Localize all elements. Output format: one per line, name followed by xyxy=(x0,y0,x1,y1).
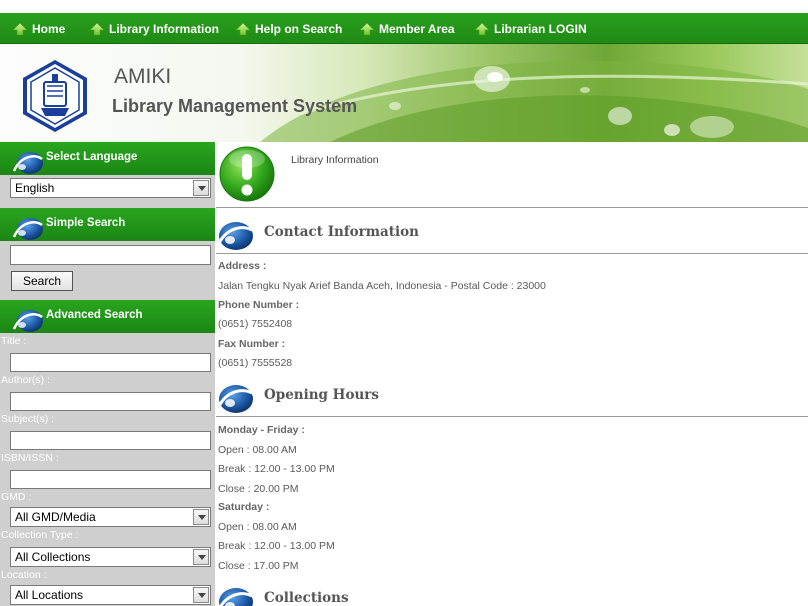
title-label: Title : xyxy=(1,335,27,347)
page-header: Library Information xyxy=(216,142,808,208)
isbn-label: ISBN/ISSN : xyxy=(1,452,59,464)
chevron-down-icon[interactable] xyxy=(193,509,209,525)
nav-home[interactable]: Home xyxy=(12,13,65,44)
nav-librarian-login-label: Librarian LOGIN xyxy=(494,21,587,36)
nav-home-label: Home xyxy=(32,21,66,36)
address-value: Jalan Tengku Nyak Arief Banda Aceh, Indo… xyxy=(218,280,546,292)
fax-label: Fax Number : xyxy=(218,338,286,350)
search-button[interactable]: Search xyxy=(11,271,73,291)
collection-type-label: Collection Type : xyxy=(1,529,79,541)
swirl-icon xyxy=(12,310,43,332)
saturday-close: Close : 17.00 PM xyxy=(218,560,299,572)
isbn-input[interactable] xyxy=(10,470,211,489)
main-content: Library Information Contact Information … xyxy=(216,142,808,606)
arrow-up-icon xyxy=(359,22,375,35)
saturday-label: Saturday : xyxy=(218,501,270,513)
fax-value: (0651) 7555528 xyxy=(218,357,293,369)
site-title: AMIKI xyxy=(114,65,172,88)
chevron-down-icon[interactable] xyxy=(193,180,209,196)
phone-value: (0651) 7552408 xyxy=(218,318,293,330)
page-title: Library Information xyxy=(291,154,379,166)
site-subtitle: Library Management System xyxy=(112,96,358,116)
contact-information-heading: Contact Information xyxy=(216,210,808,254)
swirl-icon xyxy=(216,222,253,250)
language-selected-value: English xyxy=(15,181,55,195)
weekday-close: Close : 20.00 PM xyxy=(218,483,299,495)
nav-member-area-label: Member Area xyxy=(379,21,455,36)
title-input[interactable] xyxy=(10,353,211,372)
info-exclamation-icon xyxy=(219,146,275,202)
location-select[interactable]: All Locations xyxy=(10,585,211,605)
amiki-logo xyxy=(23,60,87,132)
subject-input[interactable] xyxy=(10,431,211,450)
author-input[interactable] xyxy=(10,392,211,411)
opening-hours-heading: Opening Hours xyxy=(216,373,808,417)
collections-title: Collections xyxy=(264,590,349,606)
top-navigation: Home Library Information Help on Search … xyxy=(0,13,808,44)
nav-librarian-login[interactable]: Librarian LOGIN xyxy=(474,13,587,44)
saturday-open: Open : 08.00 AM xyxy=(218,521,297,533)
location-label: Location : xyxy=(1,569,47,581)
language-select[interactable]: English xyxy=(10,178,211,198)
phone-label: Phone Number : xyxy=(218,299,300,311)
nav-member-area[interactable]: Member Area xyxy=(359,13,455,44)
arrow-up-icon xyxy=(89,22,105,35)
chevron-down-icon[interactable] xyxy=(193,549,209,565)
select-language-title: Select Language xyxy=(46,151,138,163)
gmd-select[interactable]: All GMD/Media xyxy=(10,507,211,527)
weekday-break: Break : 12.00 - 13.00 PM xyxy=(218,463,335,475)
collection-type-select[interactable]: All Collections xyxy=(10,547,211,567)
swirl-icon xyxy=(216,385,253,413)
collections-heading: Collections xyxy=(216,576,808,606)
contact-information-title: Contact Information xyxy=(264,224,419,240)
chevron-down-icon[interactable] xyxy=(193,587,209,603)
author-label: Author(s) : xyxy=(1,374,51,386)
gmd-label: GMD : xyxy=(1,491,32,503)
simple-search-title: Simple Search xyxy=(46,217,126,229)
nav-library-information[interactable]: Library Information xyxy=(89,13,219,44)
site-header: AMIKI Library Management System xyxy=(0,44,808,142)
saturday-break: Break : 12.00 - 13.00 PM xyxy=(218,540,335,552)
swirl-icon xyxy=(12,152,43,174)
opening-hours-title: Opening Hours xyxy=(264,387,379,403)
advanced-search-heading: Advanced Search xyxy=(0,300,215,333)
location-selected-value: All Locations xyxy=(15,588,84,602)
address-label: Address : xyxy=(218,260,267,272)
subject-label: Subject(s) : xyxy=(1,413,55,425)
nav-library-information-label: Library Information xyxy=(109,21,220,36)
weekday-open: Open : 08.00 AM xyxy=(218,444,297,456)
simple-search-heading: Simple Search xyxy=(0,208,215,241)
arrow-up-icon xyxy=(474,22,490,35)
nav-help-on-search[interactable]: Help on Search xyxy=(235,13,342,44)
sidebar: Select Language English Simple Search Se… xyxy=(0,142,215,606)
arrow-up-icon xyxy=(12,22,28,35)
select-language-heading: Select Language xyxy=(0,142,215,175)
collection-selected-value: All Collections xyxy=(15,550,91,564)
simple-search-input[interactable] xyxy=(10,245,211,265)
swirl-icon xyxy=(12,218,43,240)
weekday-label: Monday - Friday : xyxy=(218,424,305,436)
gmd-selected-value: All GMD/Media xyxy=(15,510,96,524)
swirl-icon xyxy=(219,588,253,606)
advanced-search-title: Advanced Search xyxy=(46,309,143,321)
arrow-up-icon xyxy=(235,22,251,35)
leaf-banner-image xyxy=(260,60,808,142)
nav-help-on-search-label: Help on Search xyxy=(255,21,343,36)
